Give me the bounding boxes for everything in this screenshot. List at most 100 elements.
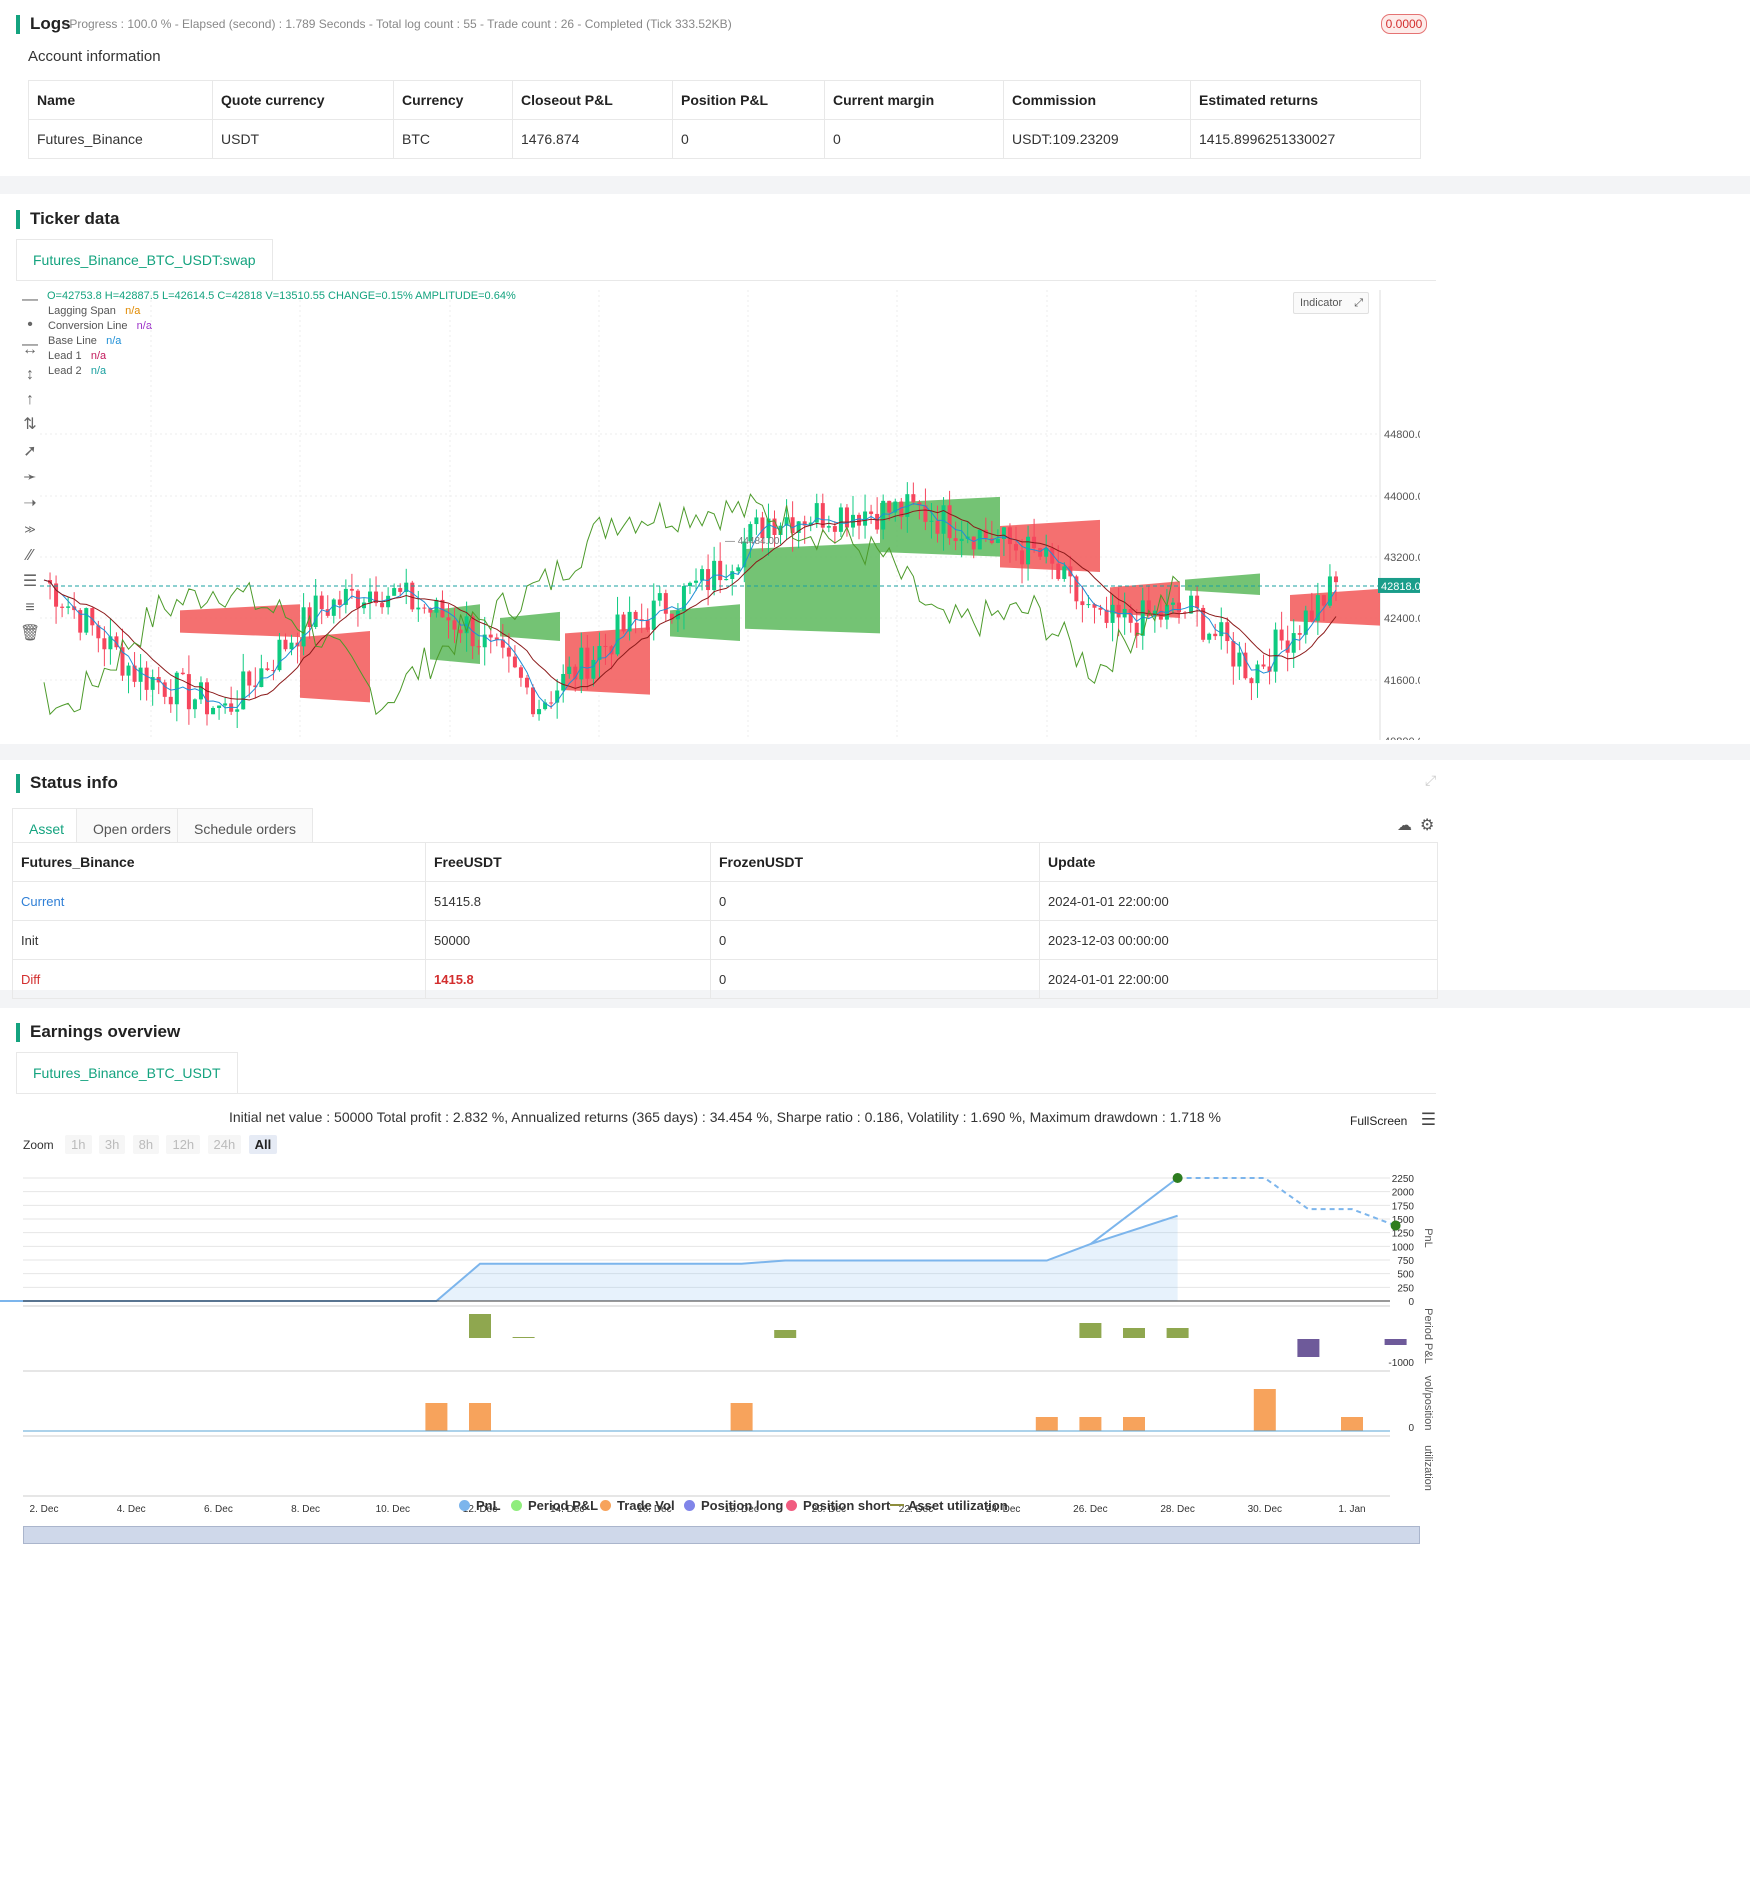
candle-body: [657, 593, 662, 601]
candle-body: [911, 494, 916, 503]
pnl-area: [0, 1215, 1178, 1301]
table-cell: 2024-01-01 22:00:00: [1039, 881, 1438, 921]
candle-body: [186, 674, 191, 710]
candle-body: [663, 593, 668, 614]
trade-vol-bar: [1035, 1417, 1058, 1431]
tab-ticker-symbol[interactable]: Futures_Binance_BTC_USDT:swap: [16, 239, 273, 280]
zoom-8h-button[interactable]: 8h: [132, 1135, 160, 1154]
candle-body: [579, 647, 584, 680]
ticker-title: Ticker data: [15, 209, 120, 229]
candle-body: [1007, 527, 1012, 545]
cloud-upload-icon[interactable]: ☁: [1397, 816, 1412, 834]
candlestick-chart[interactable]: 44800.00 44000.00 43200.00 42400.00 41600.00…: [0, 280, 1420, 740]
candle-body: [995, 539, 1000, 543]
candle-body: [754, 517, 759, 525]
pnl-tick-label: 1000: [1392, 1242, 1415, 1253]
asset-col-frozen: FrozenUSDT: [710, 842, 1040, 882]
legend-trade-vol[interactable]: Trade Vol: [600, 1498, 675, 1513]
fullscreen-button[interactable]: FullScreen ☰: [1350, 1110, 1436, 1130]
period-pnl-bar: [1297, 1339, 1320, 1357]
zoom-24h-button[interactable]: 24h: [207, 1135, 242, 1154]
last-price-label: 42818.00: [1381, 581, 1420, 593]
zoom-bar: Zoom 1h 3h 8h 12h 24h All: [23, 1135, 281, 1154]
legend-asset-utilization[interactable]: Asset utilization: [890, 1498, 1008, 1513]
settings-gear-icon[interactable]: ⚙: [1420, 815, 1434, 835]
candle-body: [947, 505, 952, 539]
axis-title: utilization: [1422, 1445, 1434, 1491]
account-col-commission: Commission: [1003, 80, 1191, 120]
tab-earnings-symbol[interactable]: Futures_Binance_BTC_USDT: [16, 1052, 238, 1093]
asset-col-update: Update: [1039, 842, 1438, 882]
cloud-band: [565, 627, 650, 695]
account-col-quote: Quote currency: [212, 80, 394, 120]
legend-position-long[interactable]: Position long: [684, 1498, 783, 1513]
zoom-all-button[interactable]: All: [248, 1135, 278, 1154]
candle-body: [531, 687, 536, 715]
period-tick-label: -1000: [1388, 1358, 1414, 1369]
candle-body: [1225, 622, 1230, 642]
candle-body: [476, 646, 481, 648]
candle-body: [561, 673, 566, 691]
candle-body: [319, 595, 324, 610]
navigator-scrollbar[interactable]: [23, 1526, 1420, 1544]
candle-body: [591, 659, 596, 679]
candle-body: [458, 629, 463, 634]
logs-status-line: - Progress : 100.0 % - Elapsed (second) …: [62, 17, 732, 31]
candle-body: [1013, 544, 1018, 551]
candle-body: [549, 702, 554, 704]
cloud-band: [670, 604, 740, 641]
legend-pnl[interactable]: PnL: [459, 1498, 501, 1513]
status-title: Status info: [16, 773, 118, 793]
legend-period-pnl[interactable]: Period P&L: [511, 1498, 598, 1513]
candle-body: [512, 656, 517, 668]
candle-body: [60, 606, 65, 608]
period-pnl-bar: [512, 1337, 535, 1338]
y-tick-label: 44000.00: [1384, 491, 1420, 503]
candle-body: [1170, 602, 1175, 605]
trade-vol-bar: [425, 1403, 448, 1431]
candle-body: [1080, 601, 1085, 606]
menu-icon[interactable]: ☰: [1421, 1110, 1436, 1129]
collapse-icon[interactable]: ⤢: [1425, 772, 1436, 789]
candle-body: [355, 590, 360, 609]
earnings-title: Earnings overview: [15, 1022, 181, 1042]
zoom-1h-button[interactable]: 1h: [65, 1135, 92, 1154]
candle-body: [1237, 652, 1242, 667]
account-cell: Futures_Binance: [28, 119, 213, 159]
trade-vol-bar: [469, 1403, 491, 1431]
pnl-tick-label: 250: [1397, 1283, 1414, 1294]
candle-body: [1297, 633, 1302, 635]
candle-body: [488, 634, 493, 638]
cloud-band: [180, 604, 300, 638]
candle-body: [524, 677, 529, 688]
zoom-12h-button[interactable]: 12h: [166, 1135, 201, 1154]
axis-title: Period P&L: [1422, 1308, 1434, 1364]
candle-body: [331, 599, 336, 616]
candle-body: [518, 667, 523, 678]
legend-position-short[interactable]: Position short: [786, 1498, 890, 1513]
pnl-tick-label: 1750: [1392, 1201, 1415, 1212]
account-col-margin: Current margin: [824, 80, 1004, 120]
candle-body: [953, 538, 958, 542]
candle-body: [1309, 610, 1314, 621]
logs-badge[interactable]: 0.0000: [1381, 14, 1427, 34]
candle-body: [718, 560, 723, 581]
status-card: Status info ⤢ Asset Open orders Schedule…: [0, 760, 1750, 999]
earnings-chart[interactable]: 2250200017501500125010007505002500-10000…: [0, 1158, 1450, 1542]
candle-body: [875, 513, 880, 530]
candle-body: [1195, 595, 1200, 608]
period-pnl-bar: [469, 1314, 491, 1338]
trade-vol-bar: [1123, 1417, 1145, 1431]
candle-body: [1116, 604, 1121, 618]
candle-body: [615, 614, 620, 655]
pnl-tick-label: 0: [1408, 1297, 1414, 1308]
candle-body: [857, 514, 862, 526]
table-cell: 0: [710, 959, 1040, 999]
candle-body: [971, 536, 976, 550]
candle-body: [138, 667, 143, 682]
legend-dot: [786, 1500, 797, 1511]
candle-body: [1176, 602, 1181, 613]
zoom-3h-button[interactable]: 3h: [98, 1135, 126, 1154]
candle-body: [887, 500, 892, 513]
candle-body: [168, 696, 173, 705]
